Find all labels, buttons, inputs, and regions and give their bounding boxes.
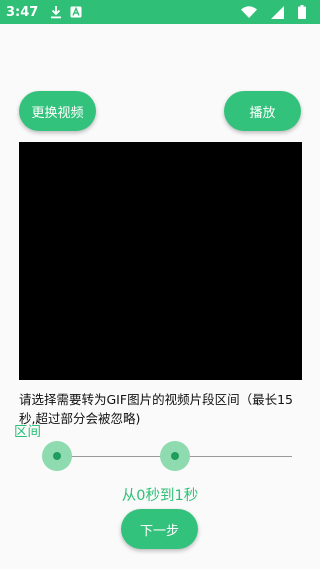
- range-label: 区间: [14, 424, 41, 440]
- download-icon: [50, 5, 62, 19]
- video-preview[interactable]: [19, 142, 302, 380]
- a-icon: [70, 6, 82, 18]
- wifi-icon: [241, 5, 257, 19]
- signal-icon: [271, 5, 284, 19]
- range-end-handle[interactable]: [160, 441, 190, 471]
- status-time: 3:47: [6, 4, 39, 20]
- range-value-text: 从0秒到1秒: [121, 488, 199, 504]
- hint-text: 请选择需要转为GIF图片的视频片段区间（最长15秒,超过部分会被忽略): [19, 392, 293, 426]
- status-bar: 3:47: [0, 0, 320, 24]
- range-start-handle[interactable]: [42, 441, 72, 471]
- change-video-button[interactable]: 更换视频: [19, 91, 96, 131]
- range-start-handle-dot: [53, 452, 61, 460]
- next-step-button[interactable]: 下一步: [121, 509, 198, 549]
- play-button[interactable]: 播放: [224, 91, 301, 131]
- battery-icon: [298, 5, 306, 19]
- range-end-handle-dot: [171, 452, 179, 460]
